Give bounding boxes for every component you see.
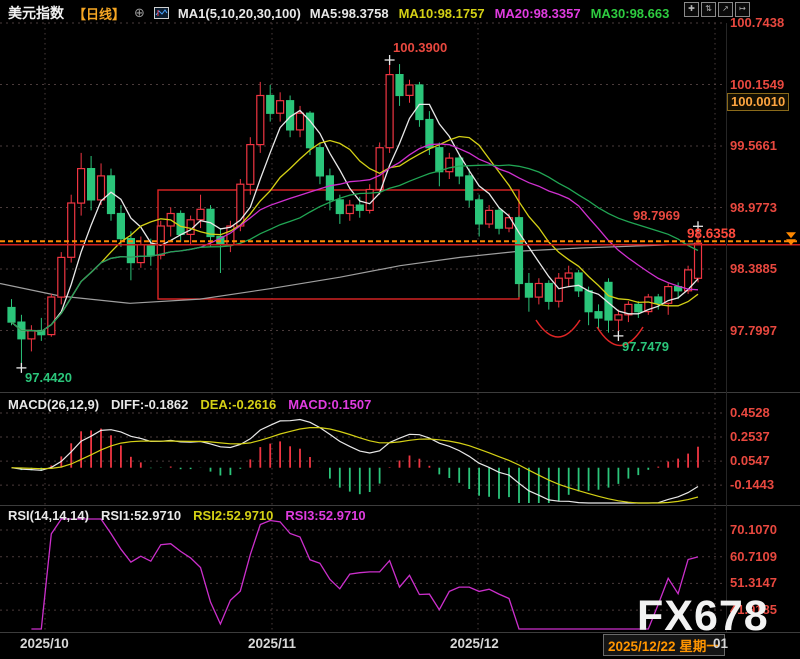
rsi-panel-divider[interactable] [0, 505, 800, 506]
y-axis-label: 0.2537 [730, 429, 770, 444]
macd-diff-value: DIFF:-0.1862 [111, 397, 189, 412]
y-axis-label: 99.5661 [730, 138, 777, 153]
y-axis-label: 0.0547 [730, 453, 770, 468]
y-axis-label: 100.7438 [730, 15, 785, 30]
collapse-panel-icon[interactable]: ↦ [735, 2, 750, 17]
y-axis-label: 97.7997 [730, 323, 777, 338]
ma20-value: MA20:98.3357 [494, 5, 581, 21]
macd-macd-value: MACD:0.1507 [288, 397, 372, 412]
chart-toolbar: ✚ ⇅ ↗ ↦ [684, 2, 750, 17]
ma10-value: MA10:98.1757 [398, 5, 485, 21]
y-axis-label: 98.9773 [730, 200, 777, 215]
ma30-value: MA30:98.663 [590, 5, 670, 21]
swing-high-annotation: 98.7969 [633, 208, 680, 223]
y-axis-label: -0.1443 [730, 477, 775, 492]
y-axis-label: 98.3885 [730, 261, 777, 276]
macd-params[interactable]: MACD(26,12,9) [8, 397, 99, 412]
y-axis-label: 51.3147 [730, 575, 777, 590]
macd-header: MACD(26,12,9) DIFF:-0.1862 DEA:-0.2616 M… [8, 397, 371, 412]
chart-canvas[interactable] [0, 0, 800, 659]
add-indicator-icon[interactable]: ⊕ [134, 5, 145, 21]
swing-high-annotation: 100.3900 [393, 40, 448, 55]
rsi-params[interactable]: RSI(14,14,14) [8, 508, 89, 523]
y-axis-label: 100.1549 [730, 77, 785, 92]
rsi2-value: RSI2:52.9710 [193, 508, 274, 523]
y-axis-label: 0.4528 [730, 405, 770, 420]
drawing-tool-icon[interactable]: ↗ [718, 2, 733, 17]
rsi3-value: RSI3:52.9710 [285, 508, 366, 523]
swing-low-annotation: 97.7479 [622, 339, 669, 354]
ma5-value: MA5:98.3758 [309, 5, 389, 21]
swing-low-annotation: 97.4420 [25, 370, 72, 385]
chart-header: 美元指数 【日线】 ⊕ MA1(5,10,20,30,100) MA5:98.3… [8, 3, 669, 23]
y-axis-label: 60.7109 [730, 549, 777, 564]
time-label-oct: 2025/10 [20, 636, 69, 651]
yaxis-scale-icon[interactable]: ⇅ [701, 2, 716, 17]
time-label-nov: 2025/11 [248, 636, 297, 651]
rsi-header: RSI(14,14,14) RSI1:52.9710 RSI2:52.9710 … [8, 508, 366, 523]
current-price-tag: 98.6358 [687, 226, 736, 241]
fx678-watermark: FX678 [637, 592, 769, 640]
axis-level-label: 100.0010 [727, 93, 790, 111]
symbol-name: 美元指数 [8, 5, 64, 21]
chart-app-window: 美元指数 【日线】 ⊕ MA1(5,10,20,30,100) MA5:98.3… [0, 0, 800, 659]
macd-dea-value: DEA:-0.2616 [200, 397, 277, 412]
rsi1-value: RSI1:52.9710 [100, 508, 182, 523]
crosshair-tool-icon[interactable]: ✚ [684, 2, 699, 17]
kline-icon[interactable] [153, 7, 169, 19]
ma-settings-label: MA1(5,10,20,30,100) [177, 5, 301, 21]
time-label-dec: 2025/12 [450, 636, 499, 651]
macd-panel-divider[interactable] [0, 392, 800, 393]
price-axis-divider [726, 23, 727, 632]
y-axis-label: 70.1070 [730, 522, 777, 537]
period-label[interactable]: 【日线】 [73, 4, 125, 23]
